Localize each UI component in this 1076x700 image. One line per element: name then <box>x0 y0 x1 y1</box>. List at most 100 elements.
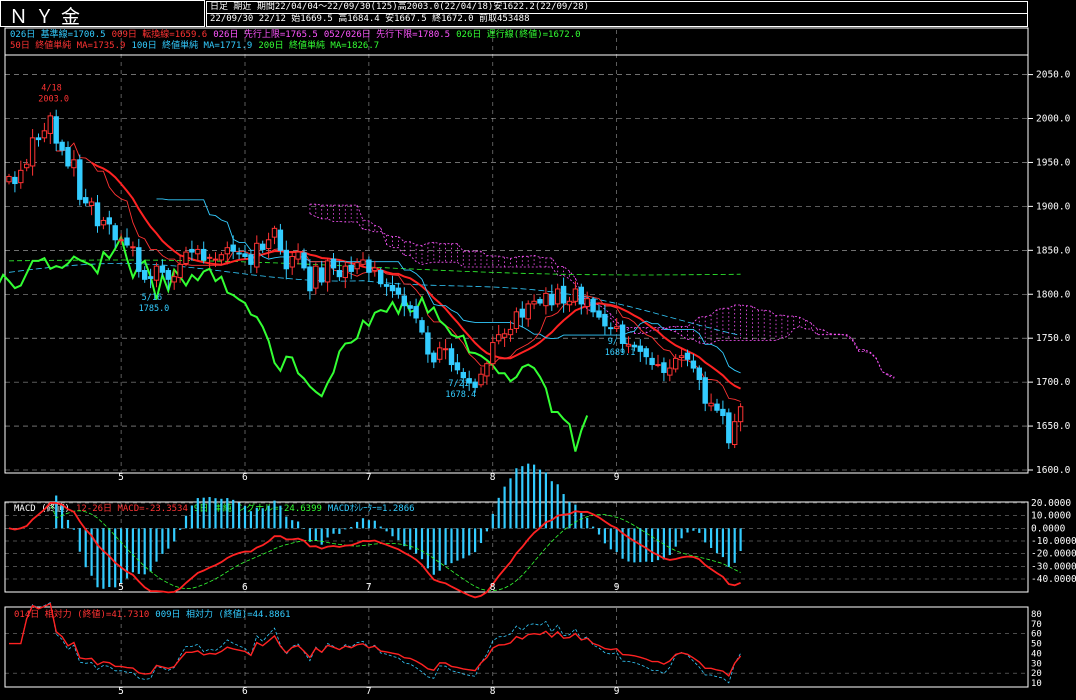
ma50-line <box>91 161 742 390</box>
candle-body <box>608 327 614 330</box>
candle-body <box>94 202 101 227</box>
candle-body <box>183 251 189 265</box>
candle-body <box>448 348 455 366</box>
candle-body <box>513 311 520 330</box>
candle-body <box>631 344 638 348</box>
candle-body <box>313 265 319 289</box>
time-tick-label: 9 <box>614 472 620 483</box>
macd-signal-line <box>8 502 741 592</box>
candle-body <box>708 402 714 407</box>
candle-body <box>53 116 59 144</box>
candle-body <box>714 403 720 411</box>
candle-body <box>277 229 284 251</box>
candle-body <box>224 247 231 255</box>
annotation-date: 9/ 1 <box>608 337 628 347</box>
candle-body <box>47 115 53 134</box>
candle-body <box>336 270 343 278</box>
time-tick-label: 7 <box>366 686 372 697</box>
price-tick-label: 1800.0 <box>1036 289 1071 300</box>
candle-body <box>737 406 744 423</box>
annotation-date: 4/18 <box>41 83 61 93</box>
time-tick-label: 9 <box>614 582 620 593</box>
candle-body <box>41 130 48 139</box>
price-tick-label: 1850.0 <box>1036 245 1071 256</box>
candle-body <box>354 262 360 270</box>
candle-body <box>242 253 248 257</box>
candle-body <box>230 244 236 252</box>
rsi-tick-label: 50 <box>1031 640 1042 650</box>
candle-body <box>578 286 584 305</box>
candle-body <box>425 332 431 355</box>
candle-body <box>442 348 449 351</box>
candle-body <box>77 159 83 200</box>
indicator-lines <box>0 142 742 452</box>
candle-body <box>29 137 36 167</box>
annotation-value: 1785.0 <box>139 304 170 314</box>
candle-body <box>342 265 349 279</box>
candle-body <box>324 260 331 283</box>
candle-body <box>301 252 307 269</box>
candle-body <box>655 364 661 367</box>
candle-body <box>218 254 225 261</box>
candle-body <box>283 249 290 270</box>
macd-tick-label: -20.0000 <box>1031 549 1076 560</box>
candle-body <box>59 141 65 151</box>
candle-body <box>159 265 166 273</box>
rsi-tick-label: 20 <box>1031 669 1042 679</box>
senkou-span-a-line <box>309 213 895 377</box>
candle-body <box>507 328 514 336</box>
candle-body <box>602 313 608 327</box>
candle-body <box>319 267 325 283</box>
macd-tick-label: 20.0000 <box>1031 498 1071 509</box>
candle-body <box>12 176 18 185</box>
candle-body <box>177 263 183 279</box>
candle-body <box>265 239 272 250</box>
candle-body <box>100 219 107 226</box>
candle-body <box>496 334 502 342</box>
chart-canvas: 20.0000 10.00000.0000 -10.0000 -20.0000-30.… <box>0 27 1076 697</box>
candlesticks <box>6 109 744 449</box>
candle-body <box>401 295 408 307</box>
rsi9-line <box>9 602 741 684</box>
candle-body <box>372 267 378 272</box>
candle-body <box>572 288 579 302</box>
candle-body <box>83 197 89 204</box>
candle-body <box>195 248 201 255</box>
chikou-line <box>0 234 589 452</box>
candle-body <box>519 308 525 318</box>
candle-body <box>212 258 219 261</box>
annotation-date: 7/21 <box>448 379 468 389</box>
rsi-tick-label: 10 <box>1031 679 1042 689</box>
candle-body <box>531 300 537 305</box>
grid-lines <box>5 30 1033 687</box>
candle-body <box>566 300 573 306</box>
rsi-panel-frame <box>4 606 1029 688</box>
rsi-tick-label: 30 <box>1031 659 1042 669</box>
candle-body <box>65 147 71 167</box>
candle-body <box>673 357 679 370</box>
candle-body <box>643 348 649 358</box>
candle-body <box>395 287 402 295</box>
candle-body <box>248 254 254 265</box>
rsi14-line <box>9 602 742 678</box>
candle-body <box>484 363 490 377</box>
candle-body <box>88 201 95 207</box>
candle-body <box>348 264 354 272</box>
price-tick-label: 1950.0 <box>1036 157 1071 168</box>
candle-body <box>555 288 561 305</box>
candle-body <box>431 352 437 363</box>
rsi-tick-label: 70 <box>1031 620 1042 630</box>
macd-panel: 20.0000 10.00000.0000 -10.0000 -20.0000-30.… <box>5 463 1076 599</box>
candle-body <box>690 360 697 369</box>
candle-body <box>560 285 567 304</box>
candle-body <box>472 381 478 388</box>
panel-frames <box>4 27 1029 688</box>
macd-tick-label: -10.0000 <box>1031 536 1076 547</box>
candle-body <box>254 242 260 268</box>
candle-body <box>271 227 278 238</box>
time-tick-label: 7 <box>366 472 372 483</box>
candle-body <box>543 292 549 307</box>
candle-body <box>389 284 396 292</box>
candle-body <box>537 299 543 304</box>
candle-body <box>454 362 461 371</box>
